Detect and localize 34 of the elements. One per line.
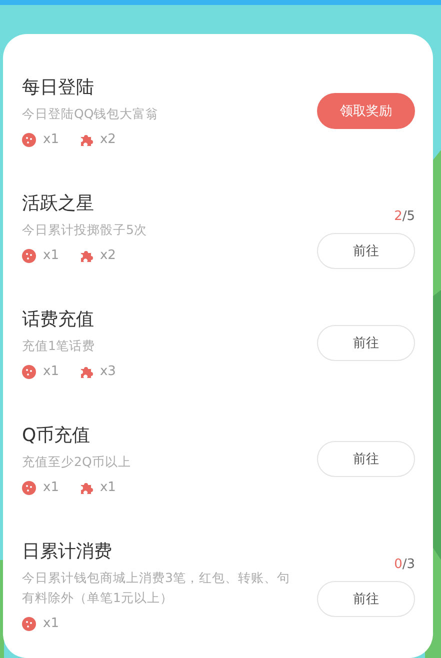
puzzle-icon [78, 365, 93, 379]
reward-count: x1 [43, 363, 59, 381]
reward-count: x1 [43, 247, 59, 265]
dice-icon [22, 617, 36, 631]
reward-count: x2 [100, 131, 116, 149]
puzzle-icon [78, 481, 93, 495]
reward-count: x1 [100, 479, 116, 497]
task-title: 每日登陆 [22, 76, 95, 100]
task-description: 充值1笔话费 [22, 337, 96, 355]
reward-count: x1 [43, 615, 59, 633]
reward-count: x2 [100, 247, 116, 265]
dice-icon [22, 133, 36, 147]
go-button[interactable]: 前往 [317, 441, 415, 477]
reward-count: x1 [43, 479, 59, 497]
dice-icon [22, 249, 36, 263]
progress-count: 2/5 [394, 209, 415, 225]
puzzle-icon [78, 133, 93, 147]
dice-icon [22, 481, 36, 495]
task-description: 今日累计投掷骰子5次 [22, 221, 148, 239]
reward-count: x1 [43, 131, 59, 149]
task-description: 今日累计钱包商城上消费3笔，红包、转账、句有料除外（单笔1元以上） [22, 569, 291, 607]
go-button[interactable]: 前往 [317, 581, 415, 617]
task-description: 充值至少2Q币以上 [22, 453, 132, 471]
task-title: 话费充值 [22, 308, 95, 332]
progress-count: 0/3 [394, 557, 415, 573]
task-title: 活跃之星 [22, 192, 95, 216]
go-button[interactable]: 前往 [317, 233, 415, 269]
puzzle-icon [78, 249, 93, 263]
task-description: 今日登陆QQ钱包大富翁 [22, 105, 160, 123]
dice-icon [22, 365, 36, 379]
go-button[interactable]: 前往 [317, 325, 415, 361]
task-title: Q币充值 [22, 424, 92, 448]
reward-count: x3 [100, 363, 116, 381]
task-title: 日累计消费 [22, 540, 113, 564]
